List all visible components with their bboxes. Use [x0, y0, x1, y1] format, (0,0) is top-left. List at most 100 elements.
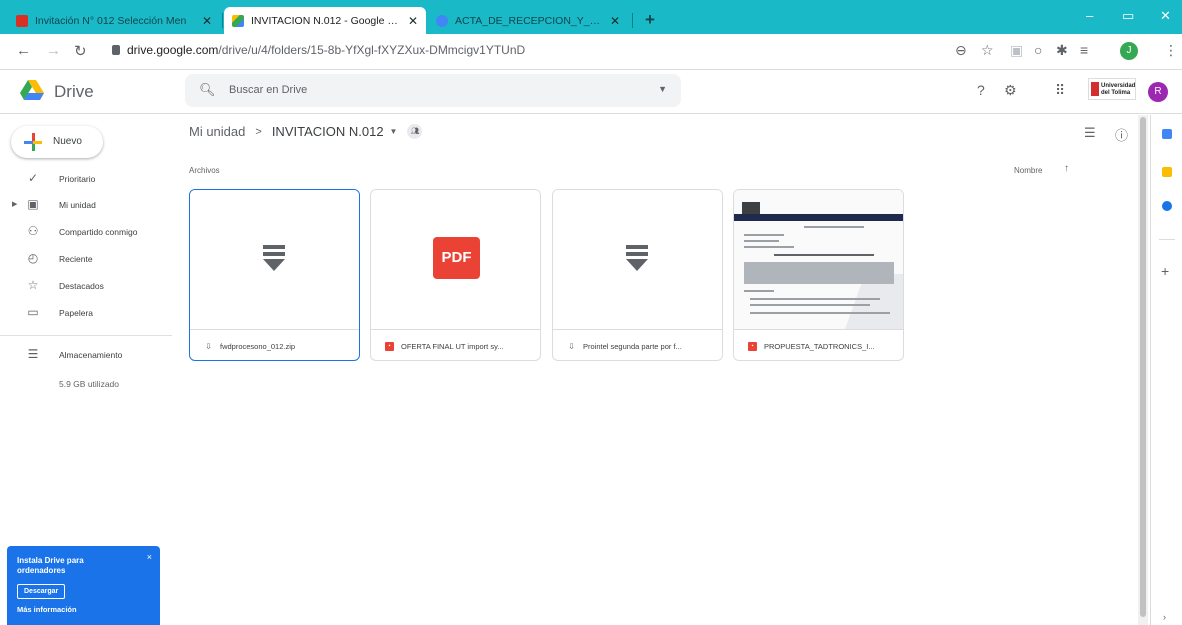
address-bar: ← → ↻ drive.google.com/drive/u/4/folders… — [0, 34, 1182, 70]
apps-grid-icon[interactable]: ⠿ — [1055, 82, 1065, 99]
browser-tab-strip: Invitación N° 012 Selección Men ✕ INVITA… — [0, 0, 1182, 34]
expand-caret-icon[interactable]: ▶ — [12, 200, 17, 208]
pdf-favicon-icon — [16, 14, 28, 27]
tab-close-icon[interactable]: ✕ — [610, 14, 620, 28]
breadcrumb-separator: > — [255, 125, 262, 138]
sidebar-item-mi-unidad[interactable]: ▶ ▣ Mi unidad — [0, 192, 172, 218]
extension-circle-icon[interactable]: ○ — [1034, 42, 1042, 58]
calendar-icon[interactable] — [1162, 129, 1172, 139]
minimize-button[interactable]: – — [1086, 8, 1093, 23]
pdf-small-icon: ▪ — [748, 342, 757, 351]
settings-gear-icon[interactable]: ⚙ — [1004, 82, 1017, 99]
file-thumbnail: PDF — [371, 190, 540, 329]
file-thumbnail — [553, 190, 722, 329]
drive-header: Drive 🔍︎ Buscar en Drive ▼ ? ⚙ ⠿ Univers… — [0, 70, 1182, 114]
keep-icon[interactable] — [1162, 167, 1172, 177]
drive-brand-label[interactable]: Drive — [54, 82, 94, 102]
lock-icon — [112, 45, 120, 55]
web-favicon-icon — [436, 14, 448, 27]
document-preview — [734, 190, 903, 329]
file-card[interactable]: PDF ▪ OFERTA FINAL UT import sy... — [370, 189, 541, 361]
sidebar-item-label: Destacados — [59, 281, 104, 291]
help-icon[interactable]: ? — [977, 82, 985, 98]
url-field[interactable]: drive.google.com/drive/u/4/folders/15-8b… — [112, 43, 525, 57]
sidebar-item-prioritario[interactable]: ✓ Prioritario — [0, 166, 172, 192]
shared-people-icon: ⚇ — [27, 224, 39, 238]
sidebar-item-compartido[interactable]: ⚇ Compartido conmigo — [0, 219, 172, 245]
file-card[interactable]: ▪ PROPUESTA_TADTRONICS_I... — [733, 189, 904, 361]
file-name: Prointel segunda parte por f... — [583, 342, 682, 351]
pdf-small-icon: ▪ — [385, 342, 394, 351]
folder-menu-chevron-icon[interactable]: ▼ — [390, 127, 398, 136]
new-tab-button[interactable]: + — [645, 10, 655, 30]
download-button[interactable]: Descargar — [17, 584, 66, 599]
new-button[interactable]: Nuevo — [11, 126, 103, 158]
breadcrumb-root[interactable]: Mi unidad — [189, 124, 245, 139]
file-name: fwdprocesono_012.zip — [220, 342, 296, 351]
forward-arrow-icon[interactable]: → — [46, 42, 61, 59]
file-name: PROPUESTA_TADTRONICS_I... — [764, 342, 875, 351]
check-circle-icon: ✓ — [27, 171, 39, 185]
sidebar-item-destacados[interactable]: ☆ Destacados — [0, 273, 172, 299]
storage-bars-icon: ☰ — [27, 347, 39, 361]
zoom-icon[interactable]: ⊖ — [955, 42, 967, 59]
zip-small-icon: ⇩ — [205, 342, 212, 351]
extensions-puzzle-icon[interactable]: ✱ — [1056, 42, 1068, 59]
search-options-chevron-icon[interactable]: ▼ — [658, 84, 667, 94]
university-name-line1: Universidad — [1101, 83, 1136, 89]
tab-close-icon[interactable]: ✕ — [202, 14, 212, 28]
tab-title: Invitación N° 012 Selección Men — [35, 14, 187, 27]
close-window-button[interactable]: ✕ — [1160, 8, 1171, 24]
drive-favicon-icon — [232, 14, 244, 27]
file-card[interactable]: ⇩ Prointel segunda parte por f... — [552, 189, 723, 361]
sidebar-divider — [0, 335, 172, 336]
tab-invitacion-pdf[interactable]: Invitación N° 012 Selección Men ✕ — [8, 7, 220, 34]
back-arrow-icon[interactable]: ← — [16, 42, 31, 59]
tasks-icon[interactable] — [1162, 201, 1172, 211]
account-avatar[interactable]: R — [1148, 82, 1168, 102]
scrollbar-thumb[interactable] — [1140, 117, 1146, 617]
sidebar-item-papelera[interactable]: ▭ Papelera — [0, 300, 172, 326]
tab-title: ACTA_DE_RECEPCION_Y_CIERRE_ — [455, 14, 604, 27]
promo-close-icon[interactable]: × — [147, 552, 152, 562]
sidebar-item-almacenamiento[interactable]: ☰ Almacenamiento — [0, 342, 172, 368]
bookmark-star-icon[interactable]: ☆ — [981, 42, 994, 59]
search-input[interactable]: 🔍︎ Buscar en Drive ▼ — [185, 74, 681, 107]
reading-list-icon[interactable]: ≡ — [1080, 42, 1088, 58]
university-logo[interactable]: Universidad del Tolima — [1088, 78, 1136, 100]
sort-arrow-up-icon[interactable]: ↑ — [1064, 163, 1069, 174]
browser-profile-avatar[interactable]: J — [1120, 42, 1138, 60]
star-icon: ☆ — [27, 278, 39, 292]
tab-separator — [222, 13, 223, 28]
tab-google-drive[interactable]: INVITACION N.012 - Google Driv ✕ — [224, 7, 426, 34]
browser-menu-icon[interactable]: ⋮ — [1164, 42, 1178, 59]
side-panel-divider — [1159, 239, 1175, 240]
maximize-button[interactable]: ▭ — [1122, 8, 1134, 24]
extension-icon[interactable]: ▣ — [1010, 42, 1023, 59]
file-card[interactable]: ⇩ fwdprocesono_012.zip — [189, 189, 360, 361]
tab-close-icon[interactable]: ✕ — [408, 14, 418, 28]
expand-panel-chevron-icon[interactable]: › — [1163, 612, 1166, 622]
url-domain: drive.google.com — [127, 43, 219, 57]
sidebar-item-reciente[interactable]: ◴ Reciente — [0, 246, 172, 272]
url-path: /drive/u/4/folders/15-8b-YfXgl-fXYZXux-D… — [218, 43, 526, 57]
breadcrumb-current-folder[interactable]: INVITACION N.012 — [272, 124, 384, 139]
university-name-line2: del Tolima — [1101, 90, 1131, 96]
zip-file-icon — [626, 245, 648, 271]
list-view-icon[interactable]: ☰ — [1084, 125, 1096, 141]
sort-by-name[interactable]: Nombre — [1014, 166, 1042, 175]
sidebar-item-label: Papelera — [59, 308, 94, 318]
tab-acta-recepcion[interactable]: ACTA_DE_RECEPCION_Y_CIERRE_ ✕ — [428, 7, 628, 34]
more-info-link[interactable]: Más información — [17, 605, 77, 614]
shared-folder-icon[interactable]: 👥︎ — [407, 124, 423, 139]
search-icon[interactable]: 🔍︎ — [199, 82, 216, 98]
reload-icon[interactable]: ↻ — [74, 42, 87, 60]
install-drive-promo: Instala Drive para ordenadores × Descarg… — [7, 546, 160, 625]
drive-logo-icon[interactable] — [20, 80, 44, 100]
info-icon[interactable]: ⓘ — [1115, 125, 1128, 144]
new-button-label: Nuevo — [53, 136, 82, 147]
file-name: OFERTA FINAL UT import sy... — [401, 342, 504, 351]
get-addons-plus-icon[interactable]: + — [1161, 263, 1169, 279]
file-thumbnail — [734, 190, 903, 329]
sidebar-item-label: Reciente — [59, 254, 93, 264]
